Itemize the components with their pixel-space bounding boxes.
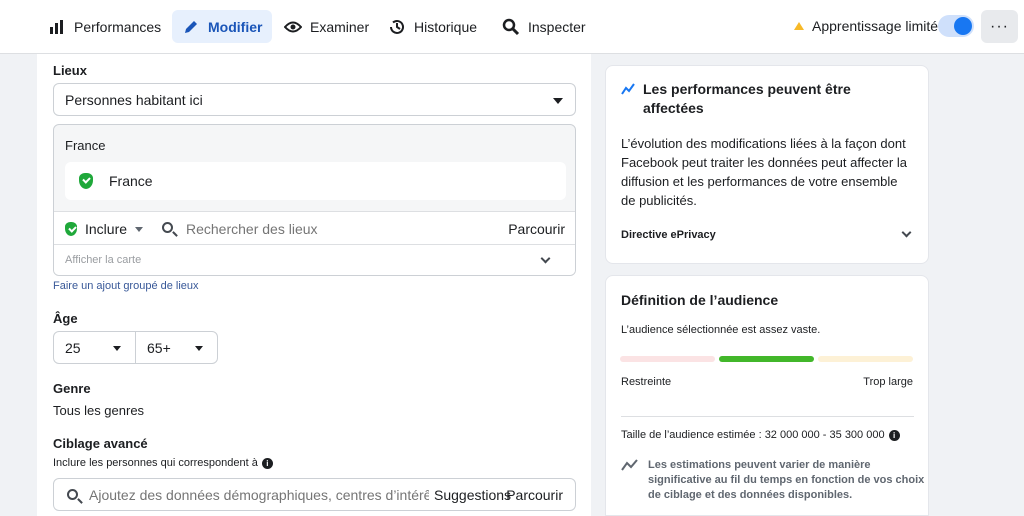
age-title: Âge	[53, 311, 78, 326]
selected-location-chip[interactable]: France	[65, 162, 566, 200]
age-min-value: 25	[65, 339, 81, 356]
detailed-targeting-title: Ciblage avancé	[53, 436, 148, 451]
note-line: significative au fil du temps en fonctio…	[648, 474, 925, 486]
audience-definition-card: Définition de l’audience L’audience séle…	[605, 275, 929, 516]
location-search-row: Inclure Parcourir	[54, 211, 575, 245]
detailed-targeting-search: Suggestions Parcourir	[53, 478, 576, 511]
tab-label: Inspecter	[528, 18, 586, 35]
show-map-label: Afficher la carte	[65, 254, 142, 266]
caret-down-icon	[113, 346, 121, 351]
age-max-select[interactable]: 65+	[135, 331, 218, 364]
tab-modifier[interactable]: Modifier	[172, 10, 273, 43]
age-min-select[interactable]: 25	[53, 331, 136, 364]
location-search-input[interactable]	[186, 218, 486, 240]
directive-eprivacy-label[interactable]: Directive ePrivacy	[621, 229, 716, 241]
shield-icon	[65, 222, 77, 236]
shield-check-icon	[79, 173, 93, 189]
tab-label: Modifier	[208, 18, 263, 35]
info-icon[interactable]: i	[888, 429, 900, 441]
performance-card-title: Les performances peuvent être	[643, 81, 851, 97]
audience-estimate: Taille de l’audience estimée : 32 000 00…	[621, 429, 900, 441]
search-icon	[67, 489, 78, 500]
audience-estimate-label: Taille de l’audience estimée : 32 000 00…	[621, 429, 885, 441]
caret-down-icon	[195, 346, 203, 351]
country-header: France	[65, 138, 106, 153]
tab-examiner[interactable]: Examiner	[274, 10, 379, 43]
trend-icon	[621, 82, 635, 101]
gender-value[interactable]: Tous les genres	[53, 403, 144, 418]
chevron-down-icon[interactable]	[901, 227, 912, 238]
scale-left-label: Restreinte	[621, 376, 672, 388]
estimate-note: Les estimations peuvent varier de manièr…	[648, 458, 924, 503]
top-toolbar: Performances Modifier Examiner Historiqu…	[0, 0, 1024, 54]
divider	[621, 416, 914, 417]
audience-scale-broad	[818, 356, 913, 362]
include-label: Inclure	[85, 221, 128, 237]
inspect-icon	[502, 18, 520, 36]
learning-status: Apprentissage limité	[794, 18, 938, 34]
selected-location-label: France	[109, 173, 153, 189]
chevron-down-icon	[540, 253, 551, 264]
tab-label: Examiner	[310, 18, 370, 35]
include-dropdown[interactable]: Inclure	[65, 221, 144, 237]
performance-warning-card: Les performances peuvent être affectées …	[605, 65, 929, 264]
location-type-value: Personnes habitant ici	[65, 91, 203, 108]
suggestions-button[interactable]: Suggestions	[434, 487, 511, 503]
caret-down-icon	[135, 226, 144, 232]
gender-title: Genre	[53, 381, 91, 396]
history-icon	[388, 18, 406, 36]
locations-title: Lieux	[53, 63, 87, 78]
detailed-targeting-input[interactable]	[89, 484, 429, 506]
note-line: Les estimations peuvent varier de manièr…	[648, 459, 871, 471]
search-icon	[162, 222, 173, 233]
campaign-toggle[interactable]	[938, 15, 974, 37]
scale-right-label: Trop large	[863, 376, 913, 388]
detailed-targeting-subtitle: Inclure les personnes qui correspondent …	[53, 457, 273, 469]
location-box: France France Inclure Parcourir Afficher…	[53, 124, 576, 276]
show-map-row[interactable]: Afficher la carte	[54, 245, 575, 275]
more-icon: ···	[990, 17, 1009, 35]
tab-label: Performances	[74, 18, 162, 35]
age-max-value: 65+	[147, 339, 171, 356]
tab-historique[interactable]: Historique	[378, 10, 487, 43]
performance-card-title-line2: affectées	[643, 100, 704, 116]
audience-scale-good	[719, 356, 814, 362]
more-options-button[interactable]: ···	[981, 10, 1018, 43]
browse-targeting-button[interactable]: Parcourir	[506, 487, 563, 503]
location-type-select[interactable]: Personnes habitant ici	[53, 83, 576, 116]
body-line: diffusion et les performances de votre e…	[621, 174, 898, 189]
info-icon[interactable]: i	[261, 457, 273, 469]
caret-down-icon	[553, 98, 563, 104]
note-line: de ciblage et des données disponibles.	[648, 489, 853, 501]
learning-status-label: Apprentissage limité	[812, 18, 939, 34]
bar-chart-icon	[48, 18, 66, 36]
body-line: L’évolution des modifications liées à la…	[621, 136, 906, 151]
trend-icon	[621, 458, 639, 477]
toggle-knob	[954, 17, 972, 35]
browse-locations-button[interactable]: Parcourir	[508, 221, 565, 237]
body-line: de publicités.	[621, 193, 697, 208]
audience-card-title: Définition de l’audience	[621, 292, 779, 308]
tab-performances[interactable]: Performances	[38, 10, 171, 43]
detailed-targeting-subtitle-label: Inclure les personnes qui correspondent …	[53, 457, 258, 469]
pencil-icon	[182, 18, 200, 36]
tab-inspecter[interactable]: Inspecter	[492, 10, 596, 43]
warning-icon	[794, 22, 804, 30]
audience-scale-narrow	[620, 356, 715, 362]
eye-icon	[284, 18, 302, 36]
audience-status: L’audience sélectionnée est assez vaste.	[621, 324, 821, 336]
performance-card-body: L’évolution des modifications liées à la…	[621, 134, 907, 210]
tab-label: Historique	[414, 18, 478, 35]
bulk-add-locations-link[interactable]: Faire un ajout groupé de lieux	[53, 280, 199, 292]
body-line: Facebook peut traiter les données peut a…	[621, 155, 907, 170]
